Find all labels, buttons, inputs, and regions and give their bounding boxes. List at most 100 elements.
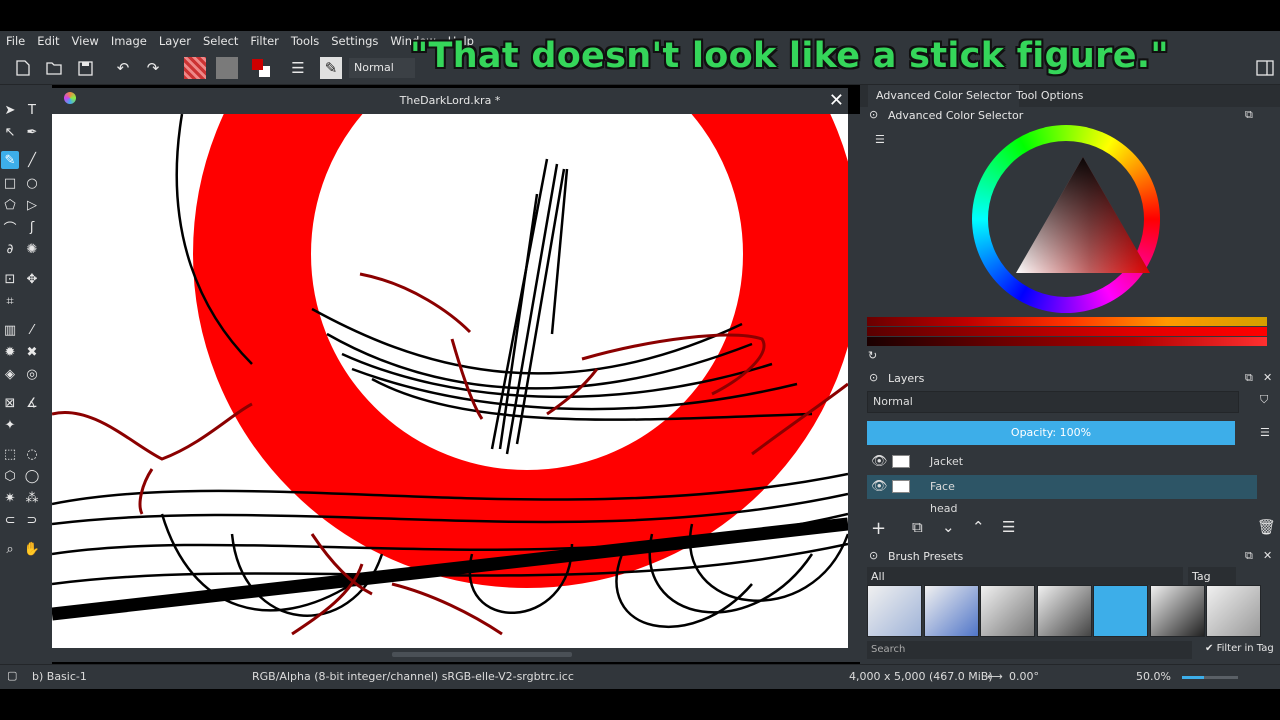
brush-preset-tile[interactable]: [980, 585, 1035, 637]
visibility-eye-icon[interactable]: 👁: [871, 454, 888, 469]
edit-shapes-icon[interactable]: ↖: [1, 123, 19, 141]
workspace-icon[interactable]: [1254, 57, 1276, 79]
layer-opacity-slider[interactable]: Opacity: 100%: [867, 421, 1235, 445]
saturation-strip[interactable]: [867, 327, 1267, 336]
delete-layer-icon[interactable]: 🗑: [1257, 518, 1276, 536]
bezier-select-icon[interactable]: ⊂: [1, 511, 19, 529]
visibility-eye-icon[interactable]: 👁: [871, 479, 888, 494]
float-panel-icon[interactable]: ⧉: [1245, 108, 1253, 122]
document-tab[interactable]: TheDarkLord.kra * ✕: [52, 88, 848, 114]
brush-preset-tile[interactable]: [1206, 585, 1261, 637]
new-document-icon[interactable]: [12, 57, 34, 79]
preset-filter-select[interactable]: All: [867, 567, 1183, 585]
refresh-icon[interactable]: ↻: [868, 349, 877, 362]
value-strip[interactable]: [867, 337, 1267, 346]
zoom-tool-icon[interactable]: ⌕: [1, 540, 19, 558]
enclose-fill-icon[interactable]: ◎: [23, 365, 41, 383]
brush-preset-icon[interactable]: ✎: [320, 57, 342, 79]
text-tool-icon[interactable]: T: [23, 101, 41, 119]
layer-properties-icon[interactable]: ☰: [1002, 518, 1015, 536]
hue-strip[interactable]: [867, 317, 1267, 326]
menu-view[interactable]: View: [72, 34, 99, 48]
status-rotation[interactable]: 0.00°: [1009, 670, 1039, 683]
gradient-swatch[interactable]: [184, 57, 206, 79]
dynamic-brush-icon[interactable]: ∂: [1, 240, 19, 258]
presets-lock-icon[interactable]: ⊙: [869, 549, 878, 562]
gradient-tool-icon[interactable]: ▥: [1, 321, 19, 339]
brush-preset-tile[interactable]: [1149, 585, 1205, 637]
add-layer-icon[interactable]: +: [871, 518, 886, 539]
color-selector-menu-icon[interactable]: ☰: [875, 133, 885, 146]
canvas-vertical-scrollbar[interactable]: [848, 114, 860, 648]
freehand-brush-icon[interactable]: ✎: [1, 151, 19, 169]
crop-tool-icon[interactable]: ⌗: [1, 292, 19, 310]
freehand-select-icon[interactable]: ◯: [23, 467, 41, 485]
ellipse-tool-icon[interactable]: ○: [23, 174, 41, 192]
layer-options-icon[interactable]: ☰: [1260, 426, 1270, 439]
brush-preset-tile[interactable]: [867, 585, 922, 637]
preset-search-input[interactable]: Search: [867, 641, 1192, 659]
blend-mode-select[interactable]: Normal: [349, 58, 415, 78]
polygon-tool-icon[interactable]: ⬠: [1, 196, 19, 214]
brush-preset-tile[interactable]: [923, 585, 979, 637]
tab-tool-options[interactable]: Tool Options: [1016, 89, 1083, 102]
duplicate-layer-icon[interactable]: ⧉: [912, 518, 923, 536]
fg-bg-color-icon[interactable]: [250, 57, 272, 79]
layer-filter-icon[interactable]: ⛉: [1260, 393, 1268, 407]
close-document-icon[interactable]: ✕: [829, 90, 844, 111]
drawing-canvas[interactable]: [52, 114, 848, 648]
menu-select[interactable]: Select: [203, 34, 238, 48]
similar-select-icon[interactable]: ⁂: [23, 489, 41, 507]
color-wheel[interactable]: [972, 125, 1160, 313]
layer-row-jacket[interactable]: 👁 Jacket: [867, 450, 1257, 474]
canvas-horizontal-scrollbar[interactable]: [52, 648, 860, 662]
measure-tool-icon[interactable]: ∡: [23, 394, 41, 412]
presets-close-icon[interactable]: ✕: [1263, 549, 1272, 562]
layers-float-icon[interactable]: ⧉: [1245, 371, 1253, 385]
pattern-swatch[interactable]: [216, 57, 238, 79]
rect-select-icon[interactable]: ⬚: [1, 445, 19, 463]
polyline-tool-icon[interactable]: ▷: [23, 196, 41, 214]
layers-close-icon[interactable]: ✕: [1263, 371, 1272, 384]
color-picker-icon[interactable]: ⁄: [23, 321, 41, 339]
panel-lock-icon[interactable]: ⊙: [869, 108, 878, 121]
multibrush-icon[interactable]: ✺: [23, 240, 41, 258]
layer-row-face[interactable]: 👁 Face: [867, 475, 1257, 499]
layer-blend-mode-select[interactable]: Normal: [867, 391, 1239, 413]
brush-preset-tile[interactable]: [1036, 585, 1092, 637]
zoom-slider[interactable]: [1182, 676, 1238, 679]
menu-file[interactable]: File: [6, 34, 25, 48]
transform-tool-icon[interactable]: ⊡: [1, 270, 19, 288]
status-zoom[interactable]: 50.0%: [1136, 670, 1171, 683]
brush-preset-tile[interactable]: [1093, 585, 1148, 637]
fill-tool-icon[interactable]: ◈: [1, 365, 19, 383]
menu-image[interactable]: Image: [111, 34, 147, 48]
assistant-tool-icon[interactable]: ⊠: [1, 394, 19, 412]
freehand-path-icon[interactable]: ʃ: [23, 218, 41, 236]
save-icon[interactable]: [74, 57, 96, 79]
move-layer-up-icon[interactable]: ⌃: [972, 518, 985, 536]
menu-filter[interactable]: Filter: [250, 34, 278, 48]
redo-icon[interactable]: ↷: [142, 57, 164, 79]
layers-lock-icon[interactable]: ⊙: [869, 371, 878, 384]
menu-settings[interactable]: Settings: [331, 34, 378, 48]
layer-row-head[interactable]: head: [867, 500, 1257, 514]
polygon-select-icon[interactable]: ⬡: [1, 467, 19, 485]
scrollbar-thumb[interactable]: [392, 652, 572, 657]
contiguous-select-icon[interactable]: ✷: [1, 489, 19, 507]
tab-advanced-color-selector[interactable]: Advanced Color Selector: [868, 85, 1020, 107]
reference-tool-icon[interactable]: ✦: [1, 416, 19, 434]
tag-button[interactable]: Tag: [1188, 567, 1236, 585]
menu-layer[interactable]: Layer: [159, 34, 191, 48]
move-layer-down-icon[interactable]: ⌄: [942, 518, 955, 536]
magnetic-select-icon[interactable]: ⊃: [23, 511, 41, 529]
colorize-mask-icon[interactable]: ✹: [1, 343, 19, 361]
open-folder-icon[interactable]: [43, 57, 65, 79]
pan-tool-icon[interactable]: ✋: [23, 540, 41, 558]
calligraphy-icon[interactable]: ✒: [23, 123, 41, 141]
smart-patch-icon[interactable]: ✖: [23, 343, 41, 361]
rectangle-tool-icon[interactable]: □: [1, 174, 19, 192]
filter-in-tag-checkbox[interactable]: ✔ Filter in Tag: [1205, 643, 1274, 654]
undo-icon[interactable]: ↶: [112, 57, 134, 79]
rotation-icon[interactable]: ⟷: [987, 670, 1003, 683]
